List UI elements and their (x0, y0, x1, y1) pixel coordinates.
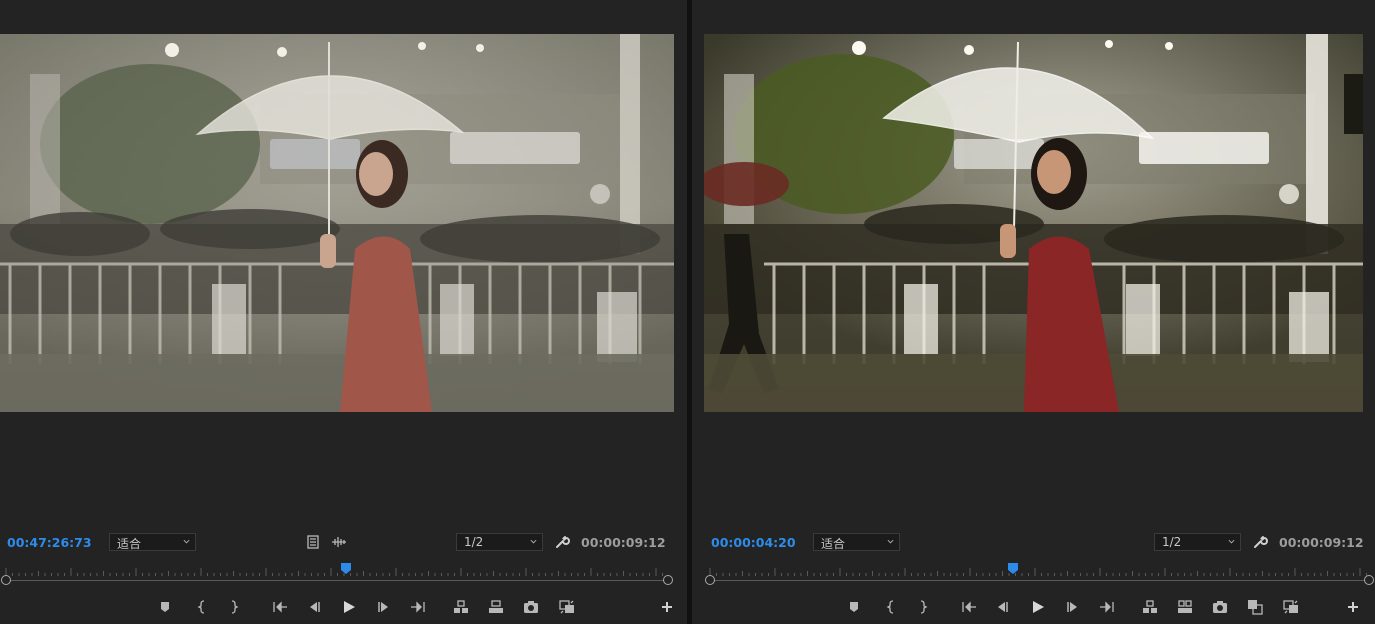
add-marker-button[interactable] (844, 597, 864, 617)
play-button[interactable] (339, 597, 359, 617)
lift-icon (454, 600, 468, 613)
chevron-down-icon (530, 539, 537, 544)
chevron-down-icon (183, 539, 190, 544)
mark-in-icon (197, 600, 205, 614)
playhead-timecode[interactable]: 00:00:04:20 (711, 535, 796, 550)
duration-timecode: 00:00:09:12 (1279, 535, 1364, 550)
waveform-icon[interactable] (331, 534, 347, 550)
source-transport-controls (0, 597, 687, 617)
playback-resolution-dropdown[interactable]: 1/2 (1154, 533, 1241, 551)
lift-button[interactable] (451, 597, 471, 617)
scrub-track[interactable] (710, 580, 1369, 581)
extract-icon (489, 600, 503, 613)
button-editor-add-button[interactable] (1343, 597, 1363, 617)
playhead-marker[interactable] (1008, 563, 1019, 574)
playback-resolution-dropdown[interactable]: 1/2 (456, 533, 543, 551)
go-to-out-icon (1100, 601, 1114, 613)
wrench-icon[interactable] (1252, 534, 1268, 550)
plus-icon (1348, 602, 1358, 612)
zoom-level-dropdown[interactable]: 适合 (813, 533, 900, 551)
compare-icon (1248, 600, 1263, 615)
play-button[interactable] (1028, 597, 1048, 617)
mark-out-button[interactable] (913, 597, 933, 617)
zoom-level-value: 适合 (117, 537, 142, 551)
source-monitor: 00:47:26:73 适合 1/2 00:00:09:12 (0, 0, 687, 624)
comparison-view-icon (559, 600, 574, 614)
marker-icon (161, 602, 169, 612)
zoom-level-dropdown[interactable]: 适合 (109, 533, 196, 551)
lift-button[interactable] (1140, 597, 1160, 617)
go-to-in-button[interactable] (270, 597, 290, 617)
extract-button[interactable] (1175, 597, 1195, 617)
zoom-level-value: 适合 (821, 537, 846, 551)
step-back-button[interactable] (304, 597, 324, 617)
scrub-track[interactable] (6, 580, 668, 581)
camera-icon (1213, 601, 1227, 613)
play-icon (1033, 601, 1044, 613)
step-back-icon (310, 602, 320, 612)
comparison-view-icon (1283, 600, 1298, 614)
button-editor-add-button[interactable] (657, 597, 677, 617)
source-frame-image (0, 34, 674, 412)
in-point-handle[interactable] (705, 575, 715, 585)
marker-icon (850, 602, 858, 612)
program-transport-controls (692, 597, 1375, 617)
playback-resolution-value: 1/2 (464, 535, 484, 549)
add-marker-button[interactable] (155, 597, 175, 617)
mark-in-button[interactable] (192, 597, 212, 617)
mark-in-button[interactable] (881, 597, 901, 617)
go-to-in-button[interactable] (959, 597, 979, 617)
playback-resolution-value: 1/2 (1162, 535, 1182, 549)
out-point-handle[interactable] (1364, 575, 1374, 585)
mark-out-button[interactable] (224, 597, 244, 617)
extract-button[interactable] (486, 597, 506, 617)
mark-out-icon (231, 600, 239, 614)
program-time-ruler[interactable] (704, 562, 1375, 586)
program-controls-row: 00:00:04:20 适合 1/2 00:00:09:12 (692, 532, 1375, 554)
source-controls-row: 00:47:26:73 适合 1/2 00:00:09:12 (0, 532, 687, 554)
export-frame-button[interactable] (521, 597, 541, 617)
comparison-view-button[interactable] (1281, 597, 1301, 617)
source-time-ruler[interactable] (0, 562, 674, 586)
go-to-out-icon (411, 601, 425, 613)
step-forward-icon (1067, 602, 1077, 612)
in-point-handle[interactable] (1, 575, 11, 585)
play-icon (344, 601, 355, 613)
lift-icon (1143, 600, 1157, 613)
extract-icon (1178, 600, 1192, 613)
go-to-in-icon (962, 601, 976, 613)
chevron-down-icon (887, 539, 894, 544)
step-back-button[interactable] (992, 597, 1012, 617)
step-forward-button[interactable] (374, 597, 394, 617)
go-to-out-button[interactable] (408, 597, 428, 617)
go-to-in-icon (273, 601, 287, 613)
duration-timecode: 00:00:09:12 (581, 535, 666, 550)
chevron-down-icon (1228, 539, 1235, 544)
step-back-icon (998, 602, 1008, 612)
plus-icon (662, 602, 672, 612)
program-monitor: 00:00:04:20 适合 1/2 00:00:09:12 (692, 0, 1375, 624)
export-frame-button[interactable] (1210, 597, 1230, 617)
mark-out-icon (920, 600, 928, 614)
playhead-marker[interactable] (340, 563, 351, 574)
ruler-ticks (709, 568, 1367, 576)
comparison-view-button[interactable] (557, 597, 577, 617)
playhead-timecode[interactable]: 00:47:26:73 (7, 535, 92, 550)
mark-in-icon (886, 600, 894, 614)
settings-panel-icon[interactable] (305, 534, 321, 550)
compare-button[interactable] (1245, 597, 1265, 617)
ruler-ticks (5, 568, 663, 576)
wrench-icon[interactable] (554, 534, 570, 550)
program-video-frame[interactable] (704, 34, 1363, 412)
camera-icon (524, 601, 538, 613)
out-point-handle[interactable] (663, 575, 673, 585)
step-forward-icon (378, 602, 388, 612)
program-frame-image (704, 34, 1363, 412)
step-forward-button[interactable] (1063, 597, 1083, 617)
go-to-out-button[interactable] (1097, 597, 1117, 617)
source-video-frame[interactable] (0, 34, 674, 412)
